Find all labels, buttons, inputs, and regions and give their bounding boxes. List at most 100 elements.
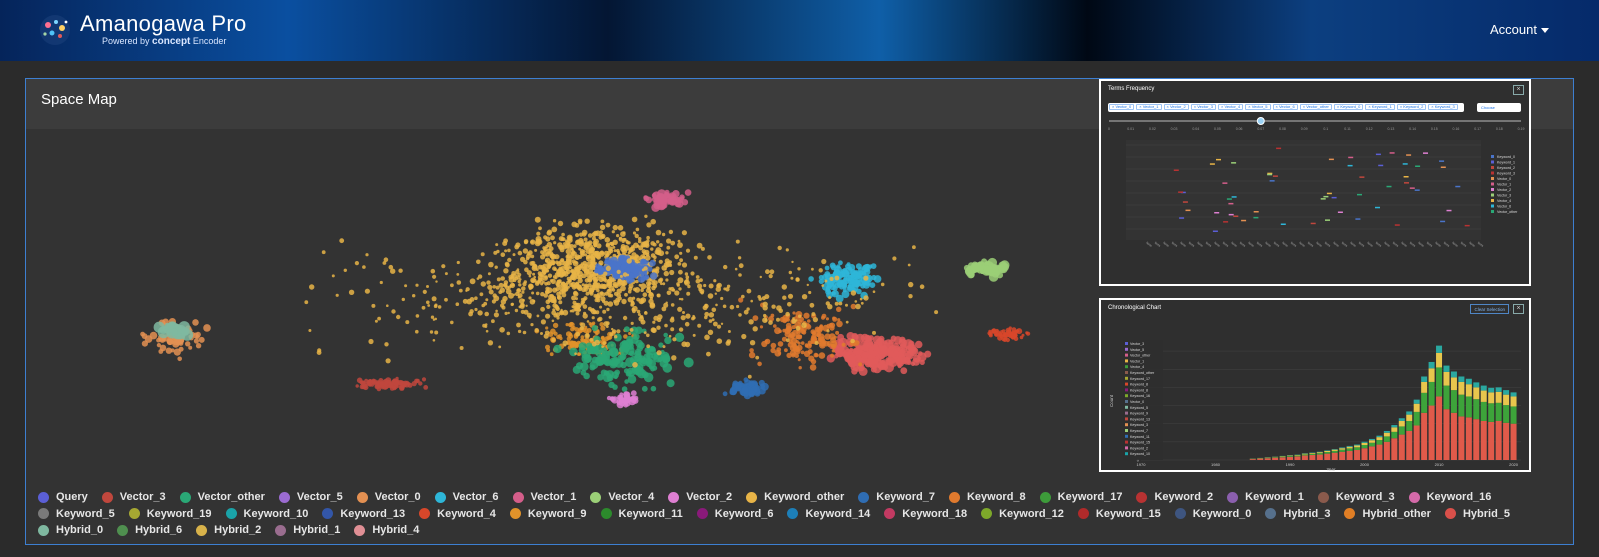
chrono-bar-segment[interactable]: [1294, 455, 1301, 457]
chrono-bar-segment[interactable]: [1339, 449, 1346, 452]
chrono-bar-segment[interactable]: [1406, 414, 1413, 421]
chrono-bar-segment[interactable]: [1331, 449, 1338, 451]
chrono-bar-segment[interactable]: [1301, 454, 1308, 456]
chrono-bar-segment[interactable]: [1503, 390, 1510, 395]
chrono-bar-segment[interactable]: [1436, 345, 1443, 353]
chrono-bar-segment[interactable]: [1324, 452, 1331, 454]
legend-item[interactable]: Keyword_15: [1077, 506, 1161, 522]
term-chip[interactable]: × Vector_5: [1245, 104, 1271, 110]
chrono-bar-segment[interactable]: [1331, 452, 1338, 460]
legend-item[interactable]: Vector_2: [668, 489, 732, 505]
chrono-bar-segment[interactable]: [1279, 456, 1286, 458]
chrono-bar-segment[interactable]: [1480, 390, 1487, 402]
term-chip[interactable]: × Vector_4: [1218, 104, 1244, 110]
chrono-bar-segment[interactable]: [1480, 385, 1487, 391]
chrono-bar-segment[interactable]: [1458, 416, 1465, 460]
legend-item[interactable]: Keyword_19: [128, 506, 212, 522]
chrono-bar-segment[interactable]: [1473, 399, 1480, 420]
chrono-legend-label[interactable]: Keyword_3: [1130, 423, 1148, 427]
chrono-bar-segment[interactable]: [1465, 378, 1472, 385]
chrono-bar-segment[interactable]: [1421, 376, 1428, 382]
chrono-bar-segment[interactable]: [1488, 421, 1495, 460]
chrono-bar-segment[interactable]: [1473, 419, 1480, 460]
legend-item[interactable]: Hybrid_3: [1265, 506, 1330, 522]
chrono-bar-segment[interactable]: [1465, 384, 1472, 397]
chrono-bar-segment[interactable]: [1421, 381, 1428, 393]
chrono-bar-segment[interactable]: [1488, 387, 1495, 393]
chrono-bar-segment[interactable]: [1309, 453, 1316, 456]
chrono-bar-segment[interactable]: [1346, 450, 1353, 460]
legend-item[interactable]: Hybrid_5: [1444, 506, 1510, 522]
chrono-bar-segment[interactable]: [1510, 423, 1517, 460]
chrono-bar-segment[interactable]: [1413, 399, 1420, 404]
chrono-bar-segment[interactable]: [1406, 430, 1413, 460]
legend-item[interactable]: Keyword_16: [1408, 489, 1491, 505]
chrono-bar-segment[interactable]: [1376, 435, 1383, 438]
chrono-bar-segment[interactable]: [1361, 445, 1368, 449]
close-icon[interactable]: ×: [1513, 85, 1524, 95]
chrono-bar-segment[interactable]: [1279, 457, 1286, 460]
tf-legend-label[interactable]: Vector_other: [1497, 210, 1518, 214]
chrono-bar-segment[interactable]: [1391, 425, 1398, 428]
chrono-bar-segment[interactable]: [1495, 391, 1502, 403]
chrono-bar-segment[interactable]: [1339, 451, 1346, 460]
term-chip[interactable]: × Vector_other: [1299, 104, 1332, 110]
chrono-bar-segment[interactable]: [1488, 403, 1495, 422]
legend-item[interactable]: Keyword_13: [322, 506, 405, 522]
chrono-legend-label[interactable]: Keyword_11: [1130, 435, 1150, 439]
chrono-legend-label[interactable]: Vector_3: [1130, 342, 1144, 346]
term-chip[interactable]: × Keyword_3: [1428, 104, 1458, 110]
legend-item[interactable]: Keyword_18: [884, 506, 967, 522]
chrono-bar-segment[interactable]: [1294, 456, 1301, 460]
chrono-bar-segment[interactable]: [1503, 405, 1510, 423]
chrono-bar-segment[interactable]: [1324, 450, 1331, 453]
close-icon[interactable]: ×: [1513, 304, 1524, 314]
chrono-bar-segment[interactable]: [1473, 387, 1480, 400]
legend-item[interactable]: Hybrid_4: [354, 522, 419, 538]
chrono-bar-segment[interactable]: [1436, 367, 1443, 397]
legend-item[interactable]: Keyword_9: [509, 506, 587, 522]
chrono-bar-segment[interactable]: [1458, 394, 1465, 417]
chrono-bar-segment[interactable]: [1354, 450, 1361, 460]
chrono-bar-segment[interactable]: [1488, 392, 1495, 404]
legend-item[interactable]: Vector_6: [434, 489, 499, 505]
chronological-chart[interactable]: 0200400600800100012001970198019902000201…: [1101, 316, 1529, 471]
term-chip[interactable]: × Vector_3: [1190, 104, 1216, 110]
chrono-bar-segment[interactable]: [1503, 422, 1510, 460]
chrono-legend-label[interactable]: Vector_5: [1130, 348, 1144, 352]
legend-item[interactable]: Keyword_8: [948, 489, 1026, 505]
legend-item[interactable]: Keyword_12: [981, 506, 1064, 522]
legend-item[interactable]: Keyword_4: [419, 506, 496, 522]
chrono-bar-segment[interactable]: [1398, 434, 1405, 460]
chrono-bar-segment[interactable]: [1383, 432, 1390, 437]
term-chip[interactable]: × Keyword_1: [1365, 104, 1395, 110]
legend-item[interactable]: Vector_other: [179, 489, 265, 505]
chrono-bar-segment[interactable]: [1249, 459, 1256, 460]
chrono-bar-segment[interactable]: [1510, 396, 1517, 407]
terms-frequency-chart[interactable]: 0 0.01 0.02 0.03 0.04 0.05 0.06 0.07 0.08 0.09 0.1…: [1101, 115, 1529, 285]
chrono-bar-segment[interactable]: [1316, 452, 1323, 454]
legend-item[interactable]: Keyword_5: [38, 506, 115, 522]
chrono-bar-segment[interactable]: [1346, 445, 1353, 447]
chrono-legend-label[interactable]: Keyword_8: [1130, 383, 1148, 387]
chrono-legend-label[interactable]: Keyword_7: [1130, 429, 1148, 433]
legend-item[interactable]: Vector_3: [101, 489, 166, 505]
chrono-bar-segment[interactable]: [1458, 381, 1465, 395]
legend-item[interactable]: Vector_5: [278, 489, 343, 505]
legend-item[interactable]: Keyword_3: [1317, 489, 1395, 505]
chrono-bar-segment[interactable]: [1443, 385, 1450, 410]
legend-item[interactable]: Keyword_14: [787, 506, 870, 522]
chrono-bar-segment[interactable]: [1421, 392, 1428, 413]
chrono-legend-label[interactable]: Keyword_13: [1130, 417, 1150, 421]
chrono-bar-segment[interactable]: [1309, 452, 1316, 454]
tf-legend-label[interactable]: Keyword_2: [1497, 166, 1515, 170]
chrono-bar-segment[interactable]: [1398, 426, 1405, 435]
chrono-bar-segment[interactable]: [1376, 440, 1383, 445]
chrono-bar-segment[interactable]: [1383, 430, 1390, 433]
chrono-bar-segment[interactable]: [1421, 412, 1428, 460]
legend-item[interactable]: Keyword_7: [858, 489, 935, 505]
chrono-bar-segment[interactable]: [1450, 390, 1457, 413]
chrono-legend-label[interactable]: Keyword_15: [1130, 441, 1150, 445]
chrono-legend-label[interactable]: Keyword_9: [1130, 412, 1148, 416]
chrono-bar-segment[interactable]: [1391, 438, 1398, 460]
